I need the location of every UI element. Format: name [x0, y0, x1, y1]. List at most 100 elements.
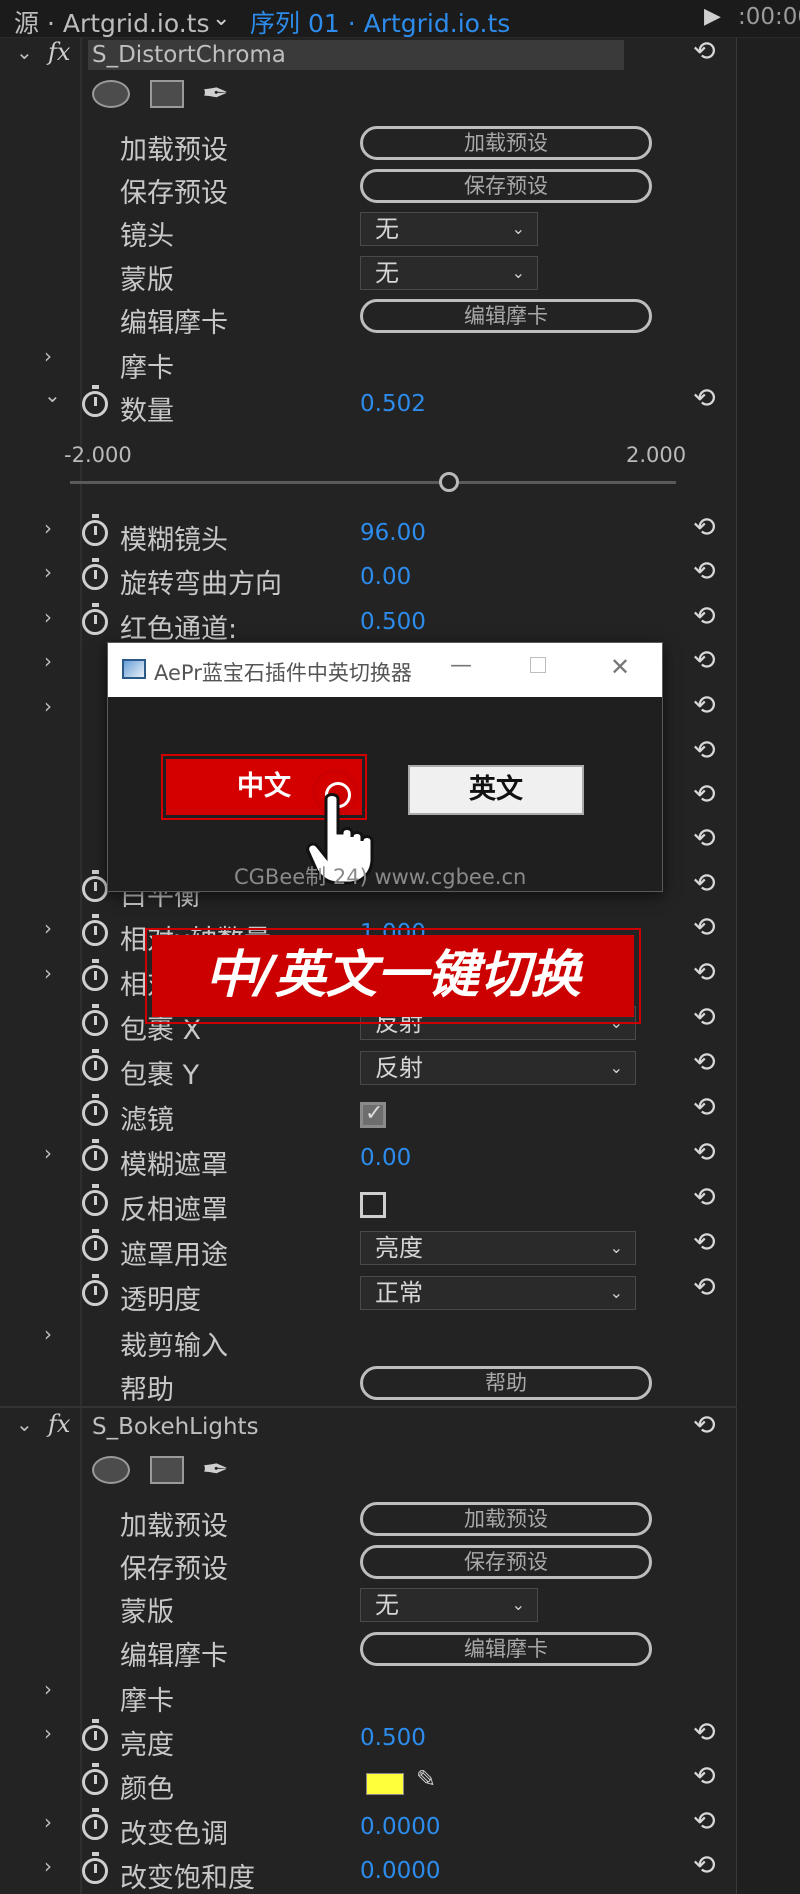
chevron-right-icon[interactable]: › [44, 1322, 52, 1346]
amount-slider-track[interactable] [70, 481, 676, 484]
chevron-right-icon[interactable]: › [44, 1677, 52, 1701]
reset-icon[interactable]: ⟲ [693, 1850, 716, 1881]
chevron-down-icon[interactable]: ⌄ [16, 1412, 33, 1436]
chevron-right-icon[interactable]: › [44, 916, 52, 940]
reset-icon[interactable]: ⟲ [693, 957, 716, 988]
reset-icon[interactable]: ⟲ [693, 823, 716, 854]
stopwatch-icon[interactable] [82, 1094, 108, 1126]
reset-icon[interactable]: ⟲ [693, 912, 716, 943]
color-swatch[interactable] [366, 1773, 404, 1795]
blur-lens-value[interactable]: 96.00 [360, 520, 426, 546]
mask-use-dropdown[interactable]: 亮度 ⌄ [360, 1231, 636, 1265]
blur-mask-value[interactable]: 0.00 [360, 1145, 411, 1171]
chevron-right-icon[interactable]: › [44, 516, 52, 540]
stopwatch-icon[interactable] [82, 1049, 108, 1081]
stopwatch-icon[interactable] [82, 1852, 108, 1884]
fx-icon[interactable]: fx [48, 1410, 70, 1438]
chevron-right-icon[interactable]: › [44, 1141, 52, 1165]
stopwatch-icon[interactable] [82, 1004, 108, 1036]
row-crop-input[interactable]: › 裁剪输入 [0, 1318, 737, 1362]
stopwatch-icon[interactable] [82, 870, 108, 902]
help-button[interactable]: 帮助 [360, 1366, 652, 1400]
save-preset-button[interactable]: 保存预设 [360, 169, 652, 203]
tab-source[interactable]: 源 · Artgrid.io.ts [14, 4, 210, 40]
opacity-dropdown[interactable]: 正常 ⌄ [360, 1276, 636, 1310]
stopwatch-icon[interactable] [82, 1719, 108, 1751]
reset-icon[interactable]: ⟲ [693, 645, 716, 676]
reset-icon[interactable]: ⟲ [693, 1137, 716, 1168]
row-mocha[interactable]: › 摩卡 [0, 340, 737, 384]
chevron-right-icon[interactable]: › [44, 344, 52, 368]
chevron-right-icon[interactable]: › [44, 1854, 52, 1878]
reset-icon[interactable]: ⟲ [693, 1272, 716, 1303]
reset-icon[interactable]: ⟲ [693, 556, 716, 587]
mask-dropdown[interactable]: 无 ⌄ [360, 1588, 538, 1622]
amount-slider-handle[interactable] [439, 472, 460, 492]
stopwatch-icon[interactable] [82, 385, 108, 417]
saturation-value[interactable]: 0.0000 [360, 1858, 440, 1884]
reset-icon[interactable]: ⟲ [693, 868, 716, 899]
save-preset-button[interactable]: 保存预设 [360, 1545, 652, 1579]
edit-mocha-button[interactable]: 编辑摩卡 [360, 1632, 652, 1666]
filter-checkbox[interactable] [360, 1101, 386, 1128]
fx-icon[interactable]: fx [48, 38, 70, 66]
invert-mask-checkbox[interactable] [360, 1192, 386, 1218]
pen-mask-icon[interactable]: ✒ [202, 74, 229, 112]
reset-icon[interactable]: ⟲ [693, 735, 716, 766]
reset-icon[interactable]: ⟲ [693, 383, 716, 414]
wrap-y-dropdown[interactable]: 反射 ⌄ [360, 1051, 636, 1085]
dialog-title-bar[interactable]: AePr蓝宝石插件中英切换器 — ✕ [108, 643, 662, 697]
reset-icon[interactable]: ⟲ [693, 1182, 716, 1213]
edit-mocha-button[interactable]: 编辑摩卡 [360, 299, 652, 333]
chevron-right-icon[interactable]: › [44, 961, 52, 985]
reset-icon[interactable]: ⟲ [693, 1092, 716, 1123]
close-icon[interactable]: ✕ [610, 653, 630, 681]
chevron-right-icon[interactable]: › [44, 605, 52, 629]
stopwatch-icon[interactable] [82, 1274, 108, 1306]
reset-icon[interactable]: ⟲ [693, 1002, 716, 1033]
chevron-right-icon[interactable]: › [44, 694, 52, 718]
reset-icon[interactable]: ⟲ [693, 601, 716, 632]
reset-icon[interactable]: ⟲ [693, 1410, 716, 1441]
reset-icon[interactable]: ⟲ [693, 1761, 716, 1792]
minimize-icon[interactable]: — [450, 653, 472, 678]
reset-icon[interactable]: ⟲ [693, 1047, 716, 1078]
amount-value[interactable]: 0.502 [360, 391, 426, 417]
effect-header-bokehlights[interactable]: ⌄ fx S_BokehLights ⟲ [0, 1410, 737, 1454]
hue-value[interactable]: 0.0000 [360, 1814, 440, 1840]
stopwatch-icon[interactable] [82, 1139, 108, 1171]
reset-icon[interactable]: ⟲ [693, 779, 716, 810]
chevron-right-icon[interactable]: › [44, 560, 52, 584]
stopwatch-icon[interactable] [82, 914, 108, 946]
mask-dropdown[interactable]: 无 ⌄ [360, 256, 538, 290]
chevron-right-icon[interactable]: › [44, 1721, 52, 1745]
stopwatch-icon[interactable] [82, 558, 108, 590]
pen-mask-icon[interactable]: ✒ [202, 1450, 229, 1488]
english-button[interactable]: 英文 [408, 765, 584, 815]
brightness-value[interactable]: 0.500 [360, 1725, 426, 1751]
chevron-right-icon[interactable]: › [44, 649, 52, 673]
eyedropper-icon[interactable]: ✎ [416, 1765, 436, 1793]
stopwatch-icon[interactable] [82, 1763, 108, 1795]
tab-sequence[interactable]: 序列 01 · Artgrid.io.ts [250, 4, 510, 40]
reset-icon[interactable]: ⟲ [693, 512, 716, 543]
load-preset-button[interactable]: 加载预设 [360, 1502, 652, 1536]
stopwatch-icon[interactable] [82, 603, 108, 635]
stopwatch-icon[interactable] [82, 514, 108, 546]
chevron-down-icon[interactable]: ⌄ [44, 383, 61, 407]
rectangle-mask-icon[interactable] [150, 1456, 184, 1484]
ellipse-mask-icon[interactable] [92, 1456, 130, 1484]
reset-icon[interactable]: ⟲ [693, 1227, 716, 1258]
red-channel-value[interactable]: 0.500 [360, 609, 426, 635]
chevron-right-icon[interactable]: › [44, 1810, 52, 1834]
reset-icon[interactable]: ⟲ [693, 1717, 716, 1748]
reset-icon[interactable]: ⟲ [693, 36, 716, 67]
rectangle-mask-icon[interactable] [150, 80, 184, 108]
reset-icon[interactable]: ⟲ [693, 1806, 716, 1837]
chevron-down-icon[interactable]: ⌄ [16, 40, 33, 64]
load-preset-button[interactable]: 加载预设 [360, 126, 652, 160]
row-mocha[interactable]: › 摩卡 [0, 1673, 737, 1717]
lens-dropdown[interactable]: 无 ⌄ [360, 212, 538, 246]
maximize-icon[interactable] [530, 657, 546, 673]
reset-icon[interactable]: ⟲ [693, 690, 716, 721]
